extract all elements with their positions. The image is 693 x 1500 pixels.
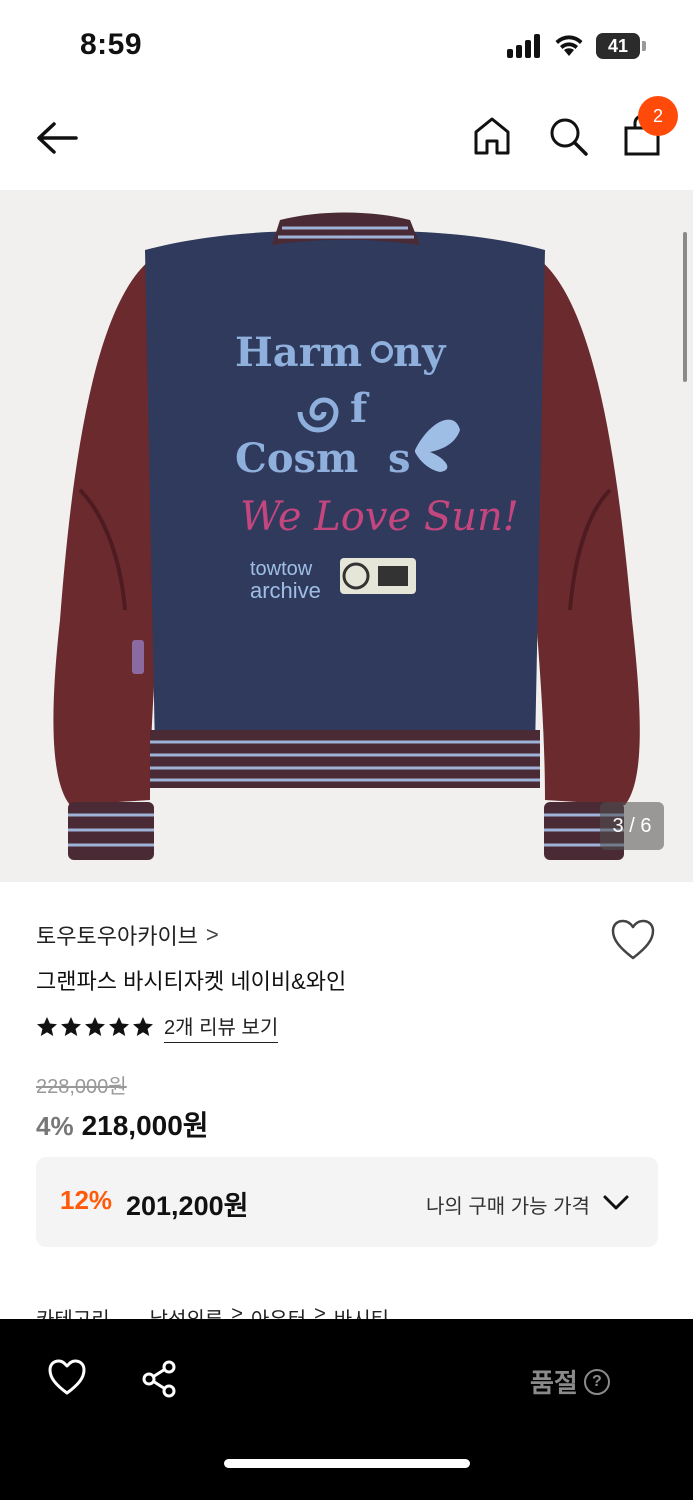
print-harmony: Harm — [235, 329, 362, 376]
rating-stars — [36, 1016, 154, 1038]
heart-icon[interactable] — [610, 918, 656, 962]
print-cosmos: Cosm — [235, 435, 358, 482]
share-icon[interactable] — [140, 1359, 178, 1399]
print-brand2: archive — [250, 578, 321, 603]
help-icon[interactable]: ? — [583, 1368, 610, 1395]
my-price-box[interactable]: 12% 201,200원 나의 구매 가능 가격 — [36, 1157, 658, 1247]
my-price-label: 나의 구매 가능 가격 — [426, 1196, 590, 1218]
print-of: f — [350, 385, 370, 432]
my-price-value: 201,200원 — [126, 1191, 249, 1221]
my-price-percent: 12% — [60, 1185, 113, 1215]
top-navbar — [0, 92, 693, 190]
star-icon — [85, 1017, 105, 1036]
brand-chevron-icon: > — [205, 922, 219, 947]
print-cosmos-end: s — [388, 435, 411, 482]
soldout-label: 품절 — [530, 1368, 578, 1398]
battery-level: 41 — [596, 33, 640, 59]
print-harmony-end: ny — [393, 329, 447, 376]
product-name: 그랜파스 바시티자켓 네이비&와인 — [36, 969, 347, 994]
sale-price: 218,000원 — [81, 1110, 209, 1141]
rating-row: 2개 리뷰 보기 — [36, 1011, 279, 1043]
search-icon[interactable] — [546, 114, 590, 158]
chevron-down-icon[interactable] — [602, 1189, 630, 1215]
star-icon — [133, 1017, 153, 1036]
battery-icon: 41 — [596, 33, 646, 59]
cart-count-badge: 2 — [638, 96, 678, 136]
review-link[interactable]: 2개 리뷰 보기 — [164, 1011, 279, 1043]
brand-name: 토우토우아카이브 — [36, 924, 198, 949]
status-bar: 8:59 41 — [0, 0, 693, 92]
print-script: We Love Sun! — [240, 494, 519, 540]
discount-percent: 4% — [36, 1111, 74, 1141]
print-brand1: towtow — [250, 558, 313, 580]
scroll-indicator[interactable] — [683, 232, 687, 382]
brand-link[interactable]: 토우토우아카이브 > — [36, 920, 219, 950]
home-indicator[interactable] — [224, 1459, 470, 1468]
star-icon — [61, 1017, 81, 1036]
original-price: 228,000원 — [36, 1076, 127, 1098]
bottom-action-bar: 품절 ? — [0, 1319, 693, 1500]
star-icon — [109, 1017, 129, 1036]
star-icon — [37, 1017, 57, 1036]
back-arrow-icon[interactable] — [34, 118, 80, 158]
image-counter: 3 / 6 — [600, 802, 664, 850]
jacket-image: Harm ny f Cosm s We Love Sun! towtow arc… — [53, 212, 640, 860]
home-icon[interactable] — [470, 114, 514, 158]
heart-icon[interactable] — [48, 1359, 86, 1397]
product-image[interactable]: Harm ny f Cosm s We Love Sun! towtow arc… — [0, 190, 693, 882]
cellular-signal-icon — [507, 34, 543, 58]
soldout-status: 품절 ? — [530, 1363, 610, 1400]
wifi-icon — [555, 35, 583, 56]
sale-price-row: 4% 218,000원 — [36, 1104, 209, 1144]
status-time: 8:59 — [80, 28, 143, 61]
